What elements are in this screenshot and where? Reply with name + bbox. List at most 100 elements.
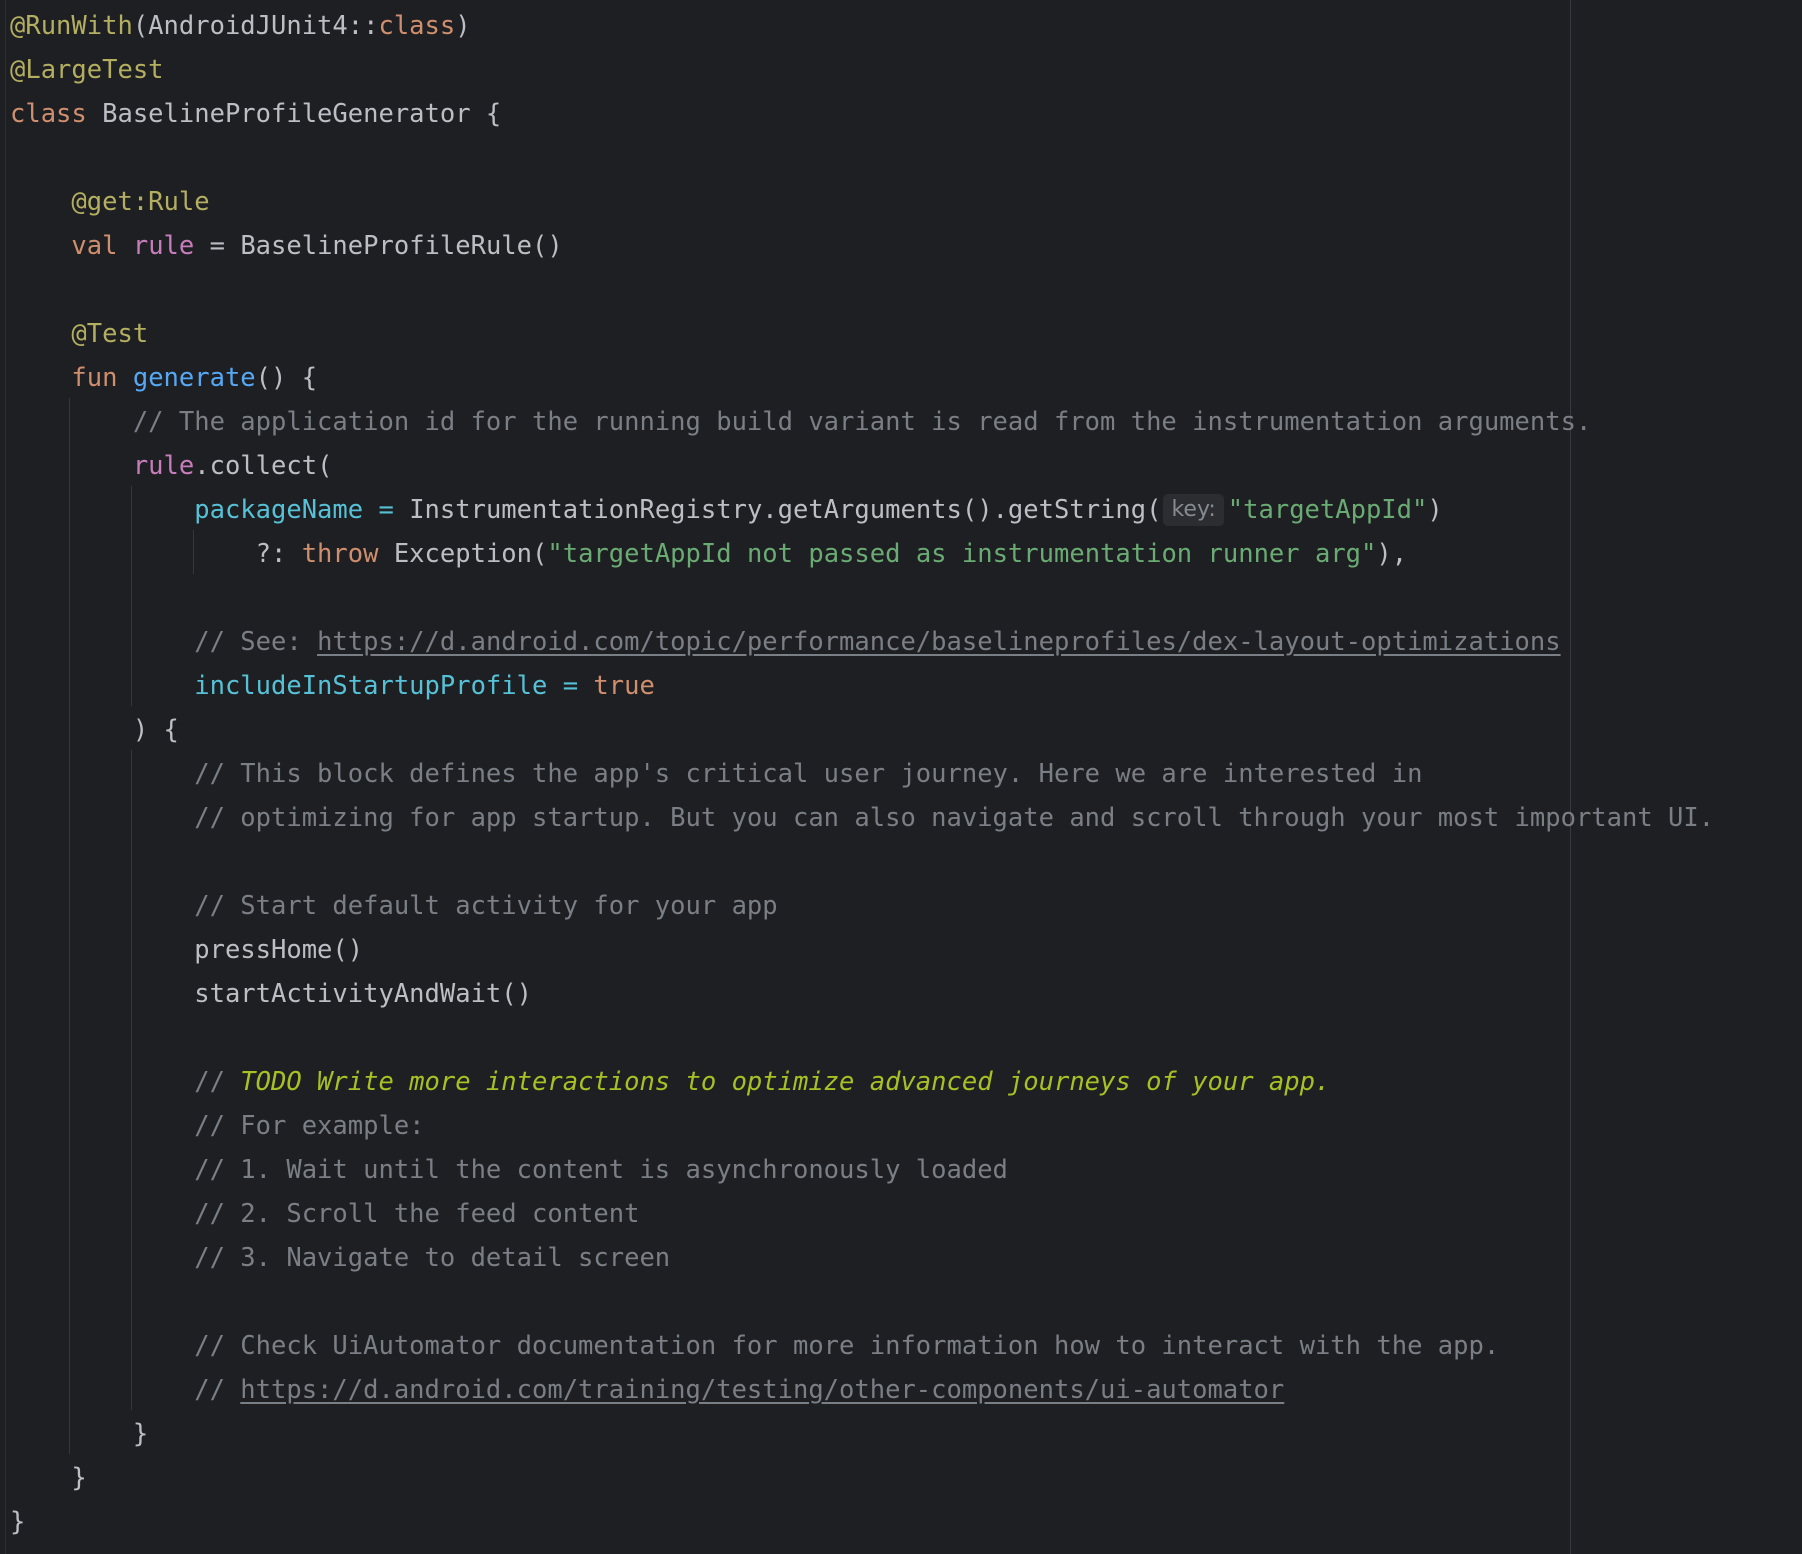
code-line[interactable] (10, 268, 1802, 312)
code-token: } (132, 1419, 149, 1449)
code-token: () { (255, 363, 318, 393)
code-token: ?: (255, 539, 302, 569)
code-token: BaselineProfileGenerator { (102, 99, 502, 129)
keyword-token: class (10, 99, 103, 129)
code-line[interactable]: // TODO Write more interactions to optim… (10, 1060, 1802, 1104)
code-line[interactable]: // Start default activity for your app (10, 884, 1802, 928)
code-line[interactable]: // This block defines the app's critical… (10, 752, 1802, 796)
code-token: startActivityAndWait() (194, 979, 532, 1009)
comment-token: // The application id for the running bu… (132, 407, 1592, 437)
code-token: InstrumentationRegistry.getArguments().g… (409, 495, 1162, 525)
named-argument-token: includeInStartupProfile (194, 671, 548, 701)
annotation-token: @get:Rule (71, 187, 210, 217)
code-line[interactable] (10, 576, 1802, 620)
code-line[interactable]: // optimizing for app startup. But you c… (10, 796, 1802, 840)
code-line[interactable] (10, 1016, 1802, 1060)
named-argument-token: packageName (194, 495, 364, 525)
code-token: } (71, 1463, 87, 1493)
code-line[interactable]: // The application id for the running bu… (10, 400, 1802, 444)
comment-token: // (194, 1375, 241, 1405)
code-line[interactable]: // For example: (10, 1104, 1802, 1148)
comment-token: // Check UiAutomator documentation for m… (194, 1331, 1500, 1361)
code-line[interactable]: includeInStartupProfile = true (10, 664, 1802, 708)
parameter-hint: key: (1163, 494, 1224, 526)
code-line[interactable] (10, 136, 1802, 180)
code-line[interactable]: fun generate() { (10, 356, 1802, 400)
code-line[interactable] (10, 840, 1802, 884)
comment-token: // 1. Wait until the content is asynchro… (194, 1155, 1008, 1185)
code-token: ) { (132, 715, 179, 745)
code-line[interactable]: // https://d.android.com/training/testin… (10, 1368, 1802, 1412)
code-line[interactable]: rule.collect( (10, 444, 1802, 488)
comment-token: // This block defines the app's critical… (194, 759, 1423, 789)
comment-token: // optimizing for app startup. But you c… (194, 803, 1715, 833)
comment-link[interactable]: https://d.android.com/topic/performance/… (317, 627, 1561, 657)
comment-token: // (194, 1067, 241, 1097)
code-token: = BaselineProfileRule() (194, 231, 563, 261)
code-token: ) (455, 11, 471, 41)
code-line[interactable]: packageName = InstrumentationRegistry.ge… (10, 488, 1802, 532)
code-line[interactable]: // 3. Navigate to detail screen (10, 1236, 1802, 1280)
keyword-token: throw (301, 539, 394, 569)
code-line[interactable]: class BaselineProfileGenerator { (10, 92, 1802, 136)
named-argument-token: = (363, 495, 410, 525)
code-line[interactable]: // Check UiAutomator documentation for m… (10, 1324, 1802, 1368)
code-line[interactable]: // See: https://d.android.com/topic/perf… (10, 620, 1802, 664)
code-line[interactable]: @Test (10, 312, 1802, 356)
code-line[interactable]: pressHome() (10, 928, 1802, 972)
code-token: Exception( (393, 539, 548, 569)
code-line[interactable]: // 2. Scroll the feed content (10, 1192, 1802, 1236)
property-token: rule (132, 451, 195, 481)
keyword-token: true (593, 671, 655, 701)
function-name-token: generate (132, 363, 256, 393)
code-token: } (10, 1507, 26, 1537)
comment-token: // For example: (194, 1111, 425, 1141)
code-line[interactable]: ?: throw Exception("targetAppId not pass… (10, 532, 1802, 576)
code-editor[interactable]: @RunWith(AndroidJUnit4::class)@LargeTest… (0, 0, 1802, 1554)
comment-link[interactable]: https://d.android.com/training/testing/o… (240, 1375, 1284, 1405)
named-argument-token: = (547, 671, 594, 701)
code-line[interactable]: } (10, 1412, 1802, 1456)
code-line[interactable]: } (10, 1456, 1802, 1500)
annotation-token: @LargeTest (10, 55, 164, 85)
code-token: ), (1376, 539, 1408, 569)
keyword-token: fun (71, 363, 133, 393)
code-line[interactable]: @RunWith(AndroidJUnit4::class) (10, 4, 1802, 48)
code-line[interactable]: @LargeTest (10, 48, 1802, 92)
code-token: pressHome() (194, 935, 364, 965)
code-line[interactable]: ) { (10, 708, 1802, 752)
code-line[interactable] (10, 1280, 1802, 1324)
code-line[interactable]: // 1. Wait until the content is asynchro… (10, 1148, 1802, 1192)
code-line[interactable]: } (10, 1500, 1802, 1544)
code-line[interactable]: @get:Rule (10, 180, 1802, 224)
editor-left-edge (5, 0, 6, 1554)
code-token: .collect( (194, 451, 333, 481)
code-line[interactable]: startActivityAndWait() (10, 972, 1802, 1016)
code-line[interactable]: val rule = BaselineProfileRule() (10, 224, 1802, 268)
property-token: rule (132, 231, 195, 261)
code-content[interactable]: @RunWith(AndroidJUnit4::class)@LargeTest… (10, 4, 1802, 1544)
annotation-token: @RunWith (10, 11, 133, 41)
